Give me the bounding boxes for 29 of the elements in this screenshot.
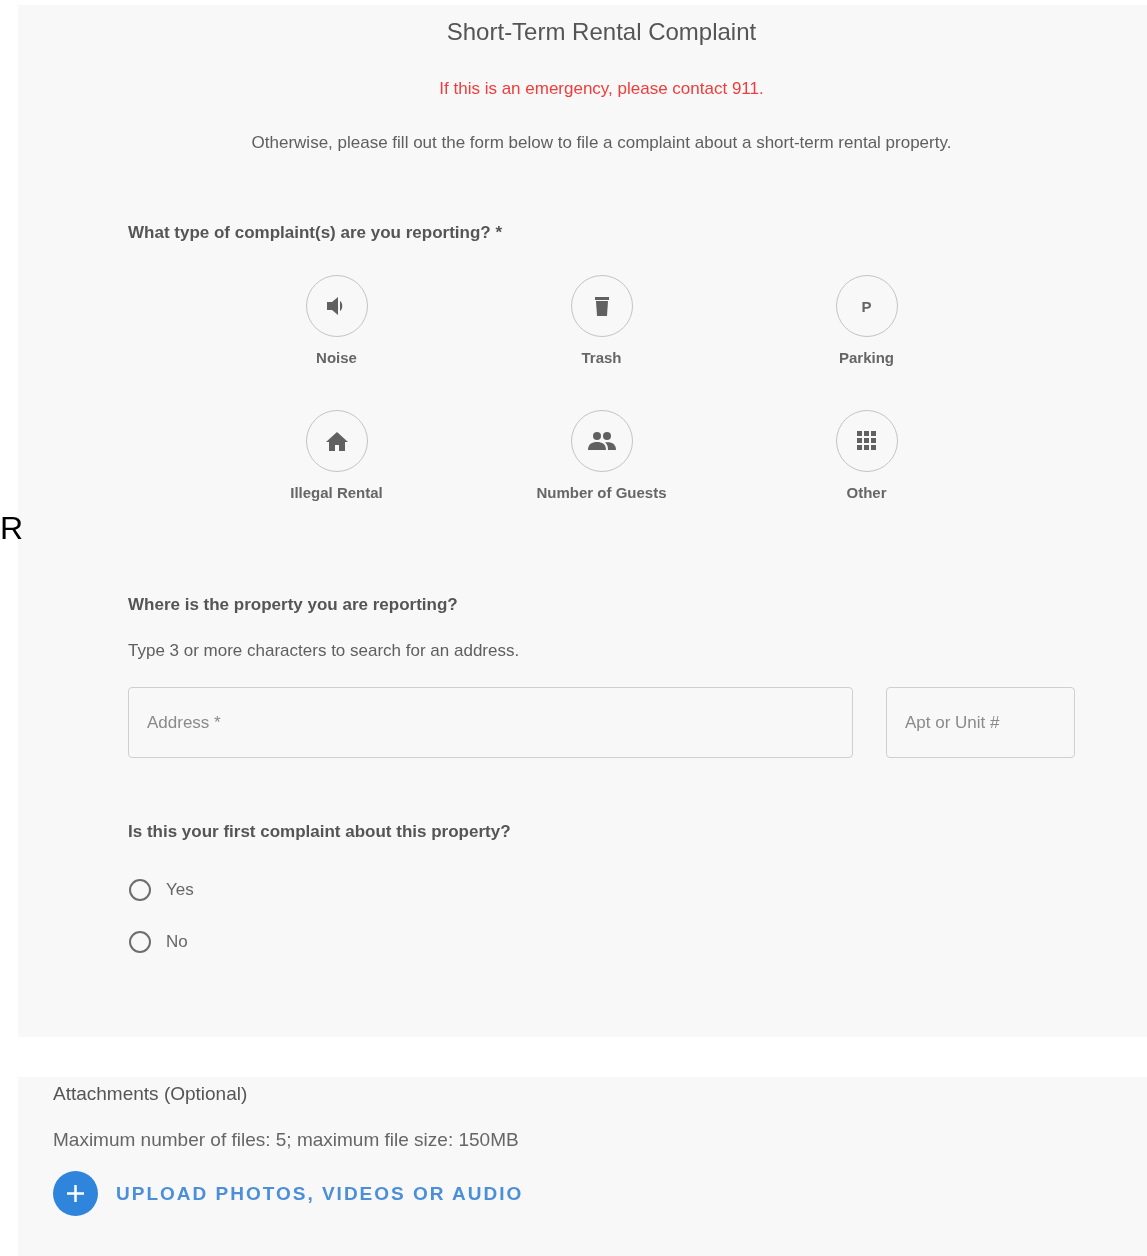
grid-icon bbox=[856, 431, 877, 451]
radio-label: No bbox=[166, 932, 188, 952]
unit-field[interactable]: Apt or Unit # bbox=[886, 687, 1075, 758]
complaint-type-label: Trash bbox=[581, 349, 622, 366]
complaint-type-label: Illegal Rental bbox=[290, 484, 383, 501]
limits-text: Maximum number of files: 5; maximum file size: 150MB bbox=[53, 1129, 520, 1151]
question-label: Where is the property you are reporting? bbox=[128, 595, 459, 615]
plus-icon bbox=[53, 1171, 98, 1216]
radio-button[interactable] bbox=[128, 930, 152, 954]
complaint-type-label: Parking bbox=[839, 349, 894, 366]
form-title: Short-Term Rental Complaint bbox=[445, 19, 758, 45]
parking-icon: P bbox=[861, 297, 872, 315]
edge-letter: R bbox=[0, 512, 24, 544]
complaint-type-label: Noise bbox=[316, 349, 357, 366]
upload-button[interactable]: UPLOAD PHOTOS, VIDEOS OR AUDIO bbox=[53, 1171, 524, 1216]
section-title: Attachments (Optional) bbox=[53, 1083, 249, 1105]
question-label: Is this your first complaint about this property? bbox=[128, 822, 512, 842]
intro-text: Otherwise, please fill out the form below to file a complaint about a short-term rental property. bbox=[250, 133, 953, 153]
hint-text: Type 3 or more characters to search for an address. bbox=[128, 641, 521, 661]
radio-label: Yes bbox=[166, 880, 194, 900]
question-label: What type of complaint(s) are you reporting? * bbox=[128, 223, 504, 243]
emergency-notice: If this is an emergency, please contact 911. bbox=[438, 79, 765, 99]
complaint-type-label: Other bbox=[846, 484, 887, 501]
address-field[interactable]: Address * bbox=[128, 687, 853, 758]
trash-icon bbox=[593, 296, 610, 316]
people-icon bbox=[587, 432, 616, 450]
radio-button[interactable] bbox=[128, 878, 152, 902]
complaint-type-label: Number of Guests bbox=[536, 484, 667, 501]
house-icon bbox=[325, 431, 348, 451]
